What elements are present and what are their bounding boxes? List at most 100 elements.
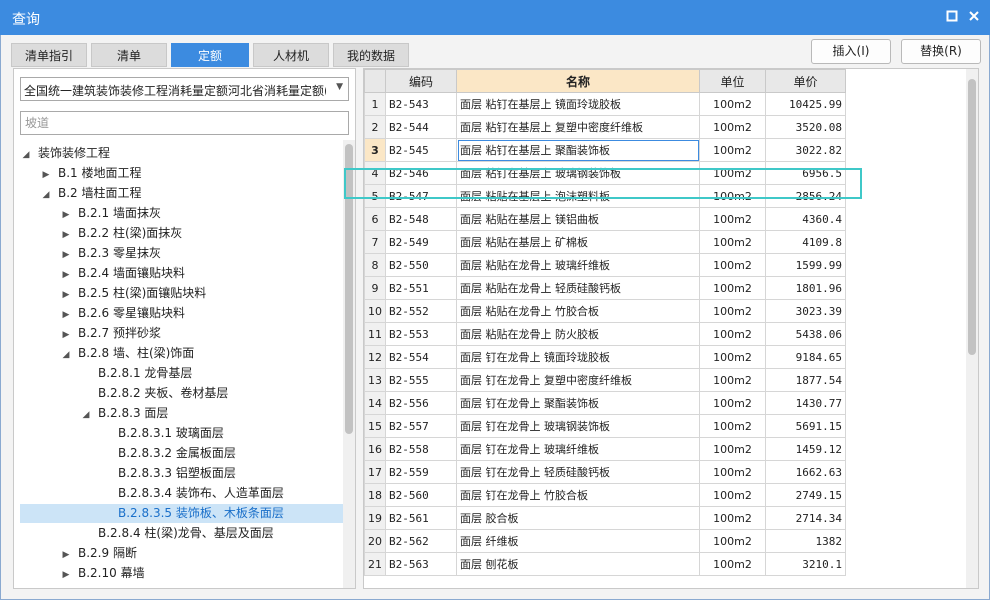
tree-node[interactable]: ▶ B.2.3 零星抹灰 xyxy=(60,244,161,263)
name-cell[interactable]: 面层 粘钉在基层上 复塑中密度纤维板 xyxy=(456,115,700,139)
tree-node[interactable]: B.2.8.3.3 铝塑板面层 xyxy=(100,464,236,483)
code-cell[interactable]: B2-546 xyxy=(385,161,457,185)
insert-button[interactable]: 插入(I) xyxy=(811,39,891,64)
unit-cell[interactable]: 100m2 xyxy=(699,161,766,185)
expanded-icon[interactable]: ◢ xyxy=(80,406,92,425)
code-cell[interactable]: B2-562 xyxy=(385,529,457,553)
row-number[interactable]: 1 xyxy=(364,92,386,116)
tree-node[interactable]: ▶ B.2.10 幕墙 xyxy=(60,564,145,583)
code-cell[interactable]: B2-550 xyxy=(385,253,457,277)
tree-node[interactable]: B.2.8.3.1 玻璃面层 xyxy=(100,424,224,443)
tree-node[interactable]: ▶ B.2.2 柱(梁)面抹灰 xyxy=(60,224,183,245)
price-cell[interactable]: 5691.15 xyxy=(765,414,846,438)
row-number[interactable]: 17 xyxy=(364,460,386,484)
tree-node[interactable]: ◢ B.2.8 墙、柱(梁)饰面 xyxy=(60,344,195,363)
price-cell[interactable]: 6956.5 xyxy=(765,161,846,185)
price-cell[interactable]: 1430.77 xyxy=(765,391,846,415)
collapsed-icon[interactable]: ▶ xyxy=(60,206,72,225)
tab-labor-material-machine[interactable]: 人材机 xyxy=(253,43,329,67)
unit-cell[interactable]: 100m2 xyxy=(699,506,766,530)
name-cell[interactable]: 面层 刨花板 xyxy=(456,552,700,576)
row-number[interactable]: 9 xyxy=(364,276,386,300)
price-cell[interactable]: 1382 xyxy=(765,529,846,553)
column-header-unit[interactable]: 单位 xyxy=(699,69,766,93)
name-cell[interactable]: 面层 粘贴在基层上 镁铝曲板 xyxy=(456,207,700,231)
table-row[interactable]: 6 B2-548 面层 粘贴在基层上 镁铝曲板 100m2 4360.4 xyxy=(364,207,846,231)
row-number[interactable]: 13 xyxy=(364,368,386,392)
unit-cell[interactable]: 100m2 xyxy=(699,253,766,277)
tree-node[interactable]: ▶ B.2.1 墙面抹灰 xyxy=(60,204,161,223)
price-cell[interactable]: 2749.15 xyxy=(765,483,846,507)
price-cell[interactable]: 1459.12 xyxy=(765,437,846,461)
unit-cell[interactable]: 100m2 xyxy=(699,437,766,461)
code-cell[interactable]: B2-557 xyxy=(385,414,457,438)
price-cell[interactable]: 10425.99 xyxy=(765,92,846,116)
unit-cell[interactable]: 100m2 xyxy=(699,230,766,254)
collapsed-icon[interactable]: ▶ xyxy=(60,286,72,305)
price-cell[interactable]: 9184.65 xyxy=(765,345,846,369)
unit-cell[interactable]: 100m2 xyxy=(699,391,766,415)
unit-cell[interactable]: 100m2 xyxy=(699,345,766,369)
tree-node[interactable]: B.2.8.4 柱(梁)龙骨、基层及面层 xyxy=(80,524,274,543)
tree-node[interactable]: ◢ B.2 墙柱面工程 xyxy=(40,184,142,203)
replace-button[interactable]: 替换(R) xyxy=(901,39,981,64)
code-cell[interactable]: B2-561 xyxy=(385,506,457,530)
row-number[interactable]: 4 xyxy=(364,161,386,185)
row-number[interactable]: 12 xyxy=(364,345,386,369)
name-cell[interactable]: 面层 粘贴在龙骨上 轻质硅酸钙板 xyxy=(456,276,700,300)
name-cell[interactable]: 面层 粘贴在龙骨上 玻璃纤维板 xyxy=(456,253,700,277)
table-row[interactable]: 18 B2-560 面层 钉在龙骨上 竹胶合板 100m2 2749.15 xyxy=(364,483,846,507)
tree-node[interactable]: B.2.8.3.5 装饰板、木板条面层 xyxy=(20,504,344,523)
price-cell[interactable]: 5438.06 xyxy=(765,322,846,346)
row-number[interactable]: 19 xyxy=(364,506,386,530)
name-cell[interactable]: 面层 纤维板 xyxy=(456,529,700,553)
row-number[interactable]: 8 xyxy=(364,253,386,277)
price-cell[interactable]: 3022.82 xyxy=(765,138,846,162)
table-row[interactable]: 3 B2-545 面层 粘钉在基层上 聚酯装饰板 100m2 3022.82 xyxy=(364,138,846,162)
unit-cell[interactable]: 100m2 xyxy=(699,115,766,139)
code-cell[interactable]: B2-555 xyxy=(385,368,457,392)
tree-node[interactable]: ▶ B.2.9 隔断 xyxy=(60,544,137,563)
expanded-icon[interactable]: ◢ xyxy=(20,146,32,165)
row-number[interactable]: 21 xyxy=(364,552,386,576)
tree-node[interactable]: B.2.8.2 夹板、卷材基层 xyxy=(80,384,228,403)
tab-quota[interactable]: 定额 xyxy=(171,43,249,67)
tree-scrollbar[interactable] xyxy=(343,140,355,588)
name-cell[interactable]: 面层 钉在龙骨上 玻璃纤维板 xyxy=(456,437,700,461)
tree-node[interactable]: ▶ B.2.7 预拌砂浆 xyxy=(60,324,161,343)
column-header-price[interactable]: 单价 xyxy=(765,69,846,93)
tree-node[interactable]: B.2.8.3.2 金属板面层 xyxy=(100,444,236,463)
table-row[interactable]: 15 B2-557 面层 钉在龙骨上 玻璃钢装饰板 100m2 5691.15 xyxy=(364,414,846,438)
table-row[interactable]: 1 B2-543 面层 粘钉在基层上 镜面玲珑胶板 100m2 10425.99 xyxy=(364,92,846,116)
code-cell[interactable]: B2-544 xyxy=(385,115,457,139)
collapsed-icon[interactable]: ▶ xyxy=(60,566,72,585)
name-cell[interactable]: 面层 钉在龙骨上 轻质硅酸钙板 xyxy=(456,460,700,484)
tab-bill[interactable]: 清单 xyxy=(91,43,167,67)
close-icon[interactable] xyxy=(964,7,984,27)
row-number[interactable]: 14 xyxy=(364,391,386,415)
code-cell[interactable]: B2-554 xyxy=(385,345,457,369)
tree-node[interactable]: ◢ 装饰装修工程 xyxy=(20,144,110,163)
collapsed-icon[interactable]: ▶ xyxy=(60,546,72,565)
price-cell[interactable]: 1599.99 xyxy=(765,253,846,277)
code-cell[interactable]: B2-543 xyxy=(385,92,457,116)
tab-bill-guide[interactable]: 清单指引 xyxy=(11,43,87,67)
price-cell[interactable]: 3023.39 xyxy=(765,299,846,323)
code-cell[interactable]: B2-553 xyxy=(385,322,457,346)
code-cell[interactable]: B2-563 xyxy=(385,552,457,576)
collapsed-icon[interactable]: ▶ xyxy=(60,226,72,245)
unit-cell[interactable]: 100m2 xyxy=(699,299,766,323)
code-cell[interactable]: B2-551 xyxy=(385,276,457,300)
price-cell[interactable]: 1877.54 xyxy=(765,368,846,392)
table-row[interactable]: 14 B2-556 面层 钉在龙骨上 聚酯装饰板 100m2 1430.77 xyxy=(364,391,846,415)
tree-node[interactable]: ▶ B.2.6 零星镶贴块料 xyxy=(60,304,185,323)
table-row[interactable]: 5 B2-547 面层 粘贴在基层上 泡沫塑料板 100m2 2856.24 xyxy=(364,184,846,208)
row-number[interactable]: 7 xyxy=(364,230,386,254)
name-cell[interactable]: 面层 钉在龙骨上 竹胶合板 xyxy=(456,483,700,507)
code-cell[interactable]: B2-556 xyxy=(385,391,457,415)
unit-cell[interactable]: 100m2 xyxy=(699,483,766,507)
row-number[interactable]: 5 xyxy=(364,184,386,208)
unit-cell[interactable]: 100m2 xyxy=(699,92,766,116)
maximize-icon[interactable] xyxy=(942,7,962,27)
code-cell[interactable]: B2-548 xyxy=(385,207,457,231)
